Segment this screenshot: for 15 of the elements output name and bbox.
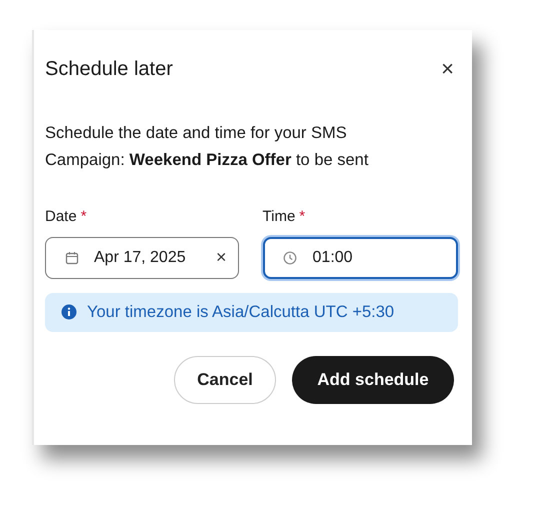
dialog-title: Schedule later	[45, 57, 173, 82]
message: Schedule the date and time for your SMS Campaign: Weekend Pizza Offer to be sent	[44, 123, 370, 171]
close-button[interactable]: ×	[437, 59, 458, 79]
time-field[interactable]: 01:00	[262, 236, 458, 278]
field-label: Date	[45, 207, 77, 227]
calendar-icon	[65, 250, 79, 264]
clock-icon	[282, 250, 297, 264]
field-label: Time	[262, 207, 296, 227]
info-icon	[61, 304, 77, 320]
info-text: Your timezone is Asia/Calcutta UTC +5:30	[87, 302, 394, 323]
clear-button[interactable]: ×	[216, 246, 227, 268]
cancel-button[interactable]: Cancel	[174, 356, 276, 404]
required-mark: *	[80, 207, 87, 227]
required-mark: *	[299, 207, 306, 227]
add-schedule-button[interactable]: Add schedule	[292, 356, 454, 404]
